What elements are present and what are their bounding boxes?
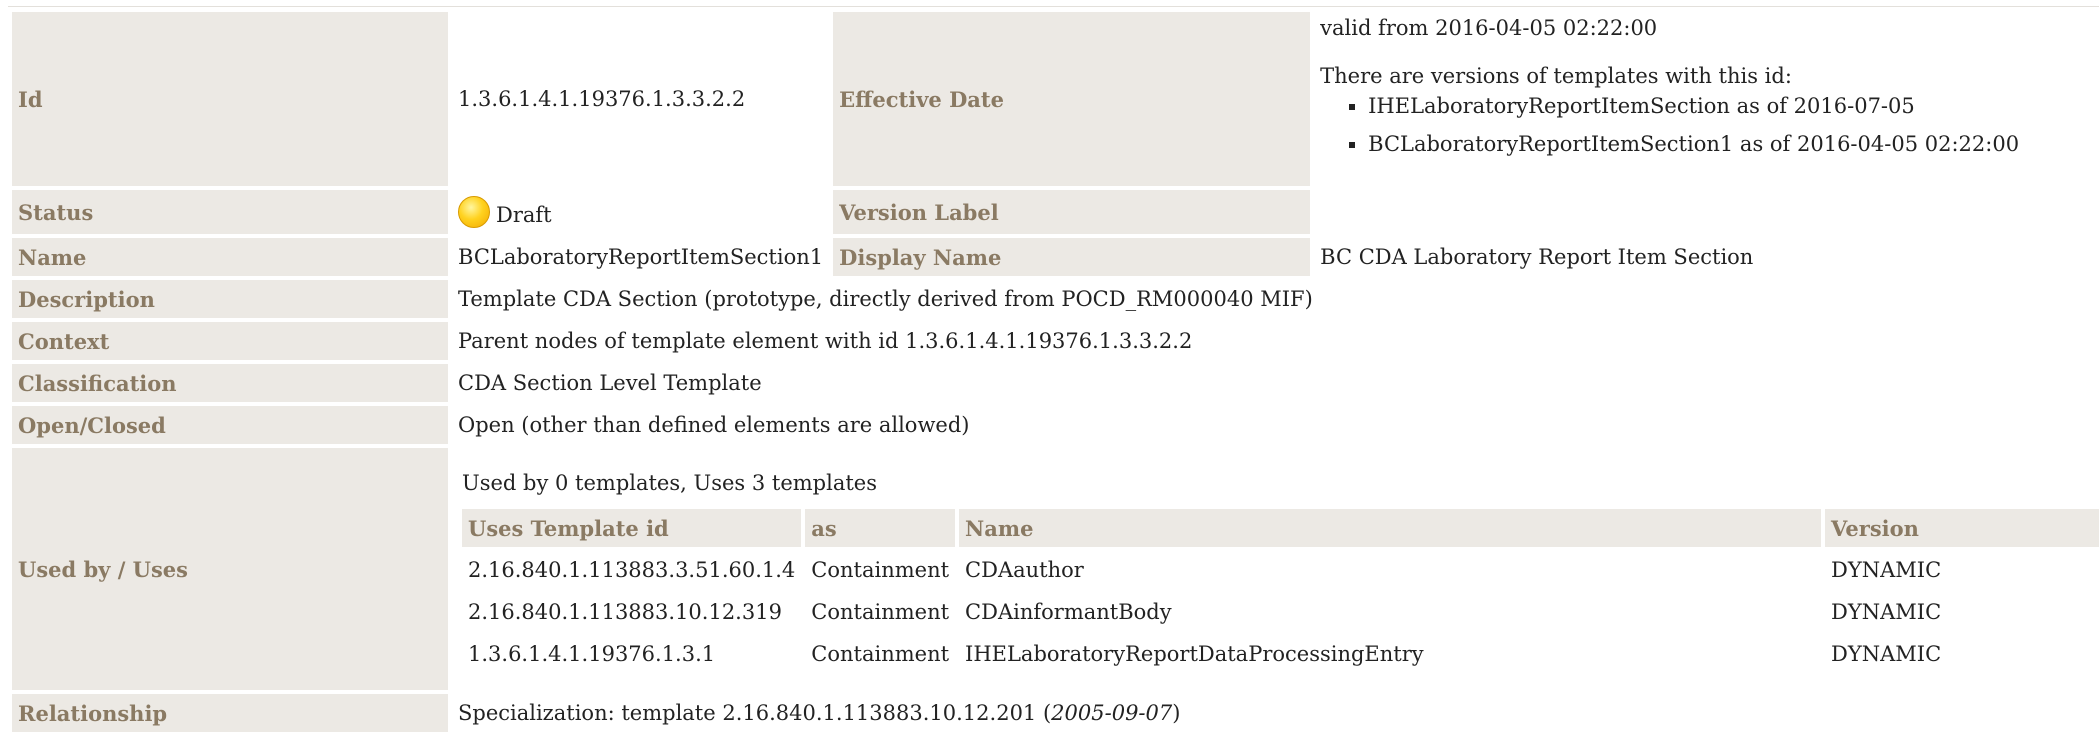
name-label: Name <box>12 238 448 276</box>
valid-from: valid from 2016-04-05 02:22:00 <box>1320 16 1658 40</box>
used-by-label: Used by / Uses <box>12 448 448 690</box>
uses-name[interactable]: IHELaboratoryReportDataProcessingEntry <box>959 635 1821 673</box>
display-name-value: BC CDA Laboratory Report Item Section <box>1320 245 1754 269</box>
classification-value: CDA Section Level Template <box>458 371 762 395</box>
uses-header-row: Uses Template id as Name Version <box>462 509 2099 547</box>
open-closed-value: Open (other than defined elements are al… <box>458 413 970 437</box>
effective-date-label: Effective Date <box>833 12 1311 186</box>
uses-version: DYNAMIC <box>1831 600 1942 624</box>
uses-header-version: Version <box>1825 509 2099 547</box>
row-classification: Classification CDA Section Level Templat… <box>12 364 2099 402</box>
status-text: Draft <box>496 203 552 227</box>
effective-date-value: valid from 2016-04-05 02:22:00 There are… <box>1314 12 2099 186</box>
uses-table: Uses Template id as Name Version 2.16.84… <box>458 505 2099 677</box>
version-label-label: Version Label <box>833 190 1311 234</box>
uses-template-id[interactable]: 2.16.840.1.113883.10.12.319 <box>462 593 801 631</box>
description-value: Template CDA Section (prototype, directl… <box>458 287 1313 311</box>
row-status: Status Draft Version Label <box>12 190 2099 234</box>
context-label: Context <box>12 322 448 360</box>
used-by-caption: Used by 0 templates, Uses 3 templates <box>462 471 877 495</box>
context-value: Parent nodes of template element with id… <box>458 329 1193 353</box>
status-value: Draft <box>452 190 829 234</box>
row-name: Name BCLaboratoryReportItemSection1 Disp… <box>12 238 2099 276</box>
uses-name[interactable]: CDAinformantBody <box>959 593 1821 631</box>
uses-template-id[interactable]: 2.16.840.1.113883.3.51.60.1.4 <box>462 551 801 589</box>
uses-as: Containment <box>811 558 950 582</box>
relationship-label: Relationship <box>12 694 448 732</box>
uses-version: DYNAMIC <box>1831 642 1942 666</box>
row-context: Context Parent nodes of template element… <box>12 322 2099 360</box>
uses-as: Containment <box>811 600 950 624</box>
uses-row: 2.16.840.1.113883.3.51.60.1.4 Containmen… <box>462 551 2099 589</box>
display-name-label: Display Name <box>833 238 1311 276</box>
uses-name[interactable]: CDAauthor <box>959 551 1821 589</box>
template-detail-table: Id 1.3.6.1.4.1.19376.1.3.3.2.2 Effective… <box>8 8 2099 736</box>
uses-as: Containment <box>811 642 950 666</box>
row-used-by: Used by / Uses Used by 0 templates, Uses… <box>12 448 2099 690</box>
versions-intro: There are versions of templates with thi… <box>1320 64 1792 88</box>
row-open-closed: Open/Closed Open (other than defined ele… <box>12 406 2099 444</box>
uses-header-name: Name <box>959 509 1822 547</box>
id-label: Id <box>12 12 448 186</box>
uses-row: 2.16.840.1.113883.10.12.319 Containment … <box>462 593 2099 631</box>
version-label-value <box>1314 190 2099 234</box>
relationship-prefix: Specialization: template 2.16.840.1.1138… <box>458 701 1052 725</box>
versions-list: IHELaboratoryReportItemSection as of 201… <box>1320 94 2099 156</box>
used-by-value: Used by 0 templates, Uses 3 templates Us… <box>452 448 2099 690</box>
version-item: IHELaboratoryReportItemSection as of 201… <box>1368 94 2099 118</box>
relationship-suffix: ) <box>1172 701 1181 725</box>
relationship-date: 2005-09-07 <box>1051 701 1173 725</box>
uses-header-as: as <box>805 509 956 547</box>
description-label: Description <box>12 280 448 318</box>
row-description: Description Template CDA Section (protot… <box>12 280 2099 318</box>
status-label: Status <box>12 190 448 234</box>
open-closed-label: Open/Closed <box>12 406 448 444</box>
name-value: BCLaboratoryReportItemSection1 <box>458 245 824 269</box>
classification-label: Classification <box>12 364 448 402</box>
uses-template-id[interactable]: 1.3.6.1.4.1.19376.1.3.1 <box>462 635 801 673</box>
id-value: 1.3.6.1.4.1.19376.1.3.3.2.2 <box>458 87 746 111</box>
row-id: Id 1.3.6.1.4.1.19376.1.3.3.2.2 Effective… <box>12 12 2099 186</box>
draft-status-icon <box>458 196 490 228</box>
uses-header-template-id: Uses Template id <box>462 509 802 547</box>
uses-row: 1.3.6.1.4.1.19376.1.3.1 Containment IHEL… <box>462 635 2099 673</box>
relationship-value: Specialization: template 2.16.840.1.1138… <box>452 694 2099 732</box>
version-item: BCLaboratoryReportItemSection1 as of 201… <box>1368 132 2099 156</box>
uses-version: DYNAMIC <box>1831 558 1942 582</box>
row-relationship: Relationship Specialization: template 2.… <box>12 694 2099 732</box>
